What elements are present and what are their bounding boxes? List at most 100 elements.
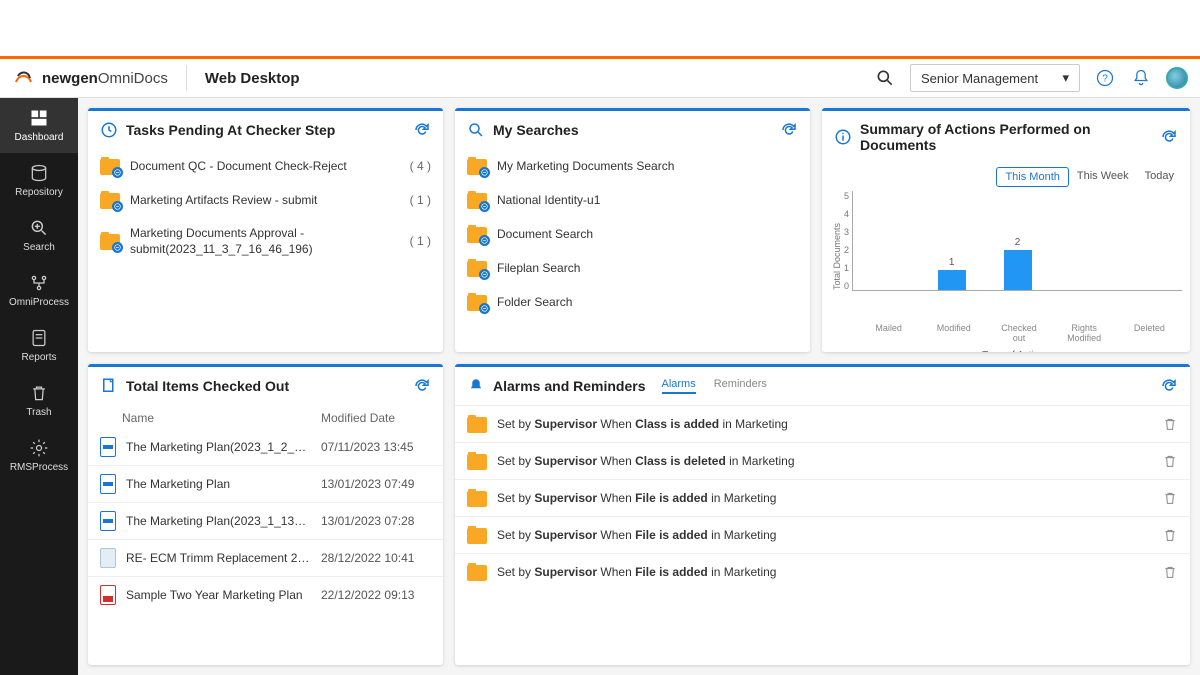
card-title: Summary of Actions Performed on Document… xyxy=(860,121,1152,153)
card-alarms-reminders: Alarms and Reminders Alarms Reminders Se… xyxy=(455,364,1190,665)
brand-thin: OmniDocs xyxy=(98,70,168,87)
folder-icon xyxy=(100,191,120,209)
app-title: Web Desktop xyxy=(205,70,300,87)
sidebar-label: OmniProcess xyxy=(9,297,69,308)
task-row[interactable]: Marketing Documents Approval - submit(20… xyxy=(88,217,443,265)
sidebar-item-omniprocess[interactable]: OmniProcess xyxy=(0,263,78,318)
app-header: newgenOmniDocs Web Desktop Senior Manage… xyxy=(0,56,1200,98)
refresh-icon[interactable] xyxy=(1160,128,1178,146)
chart-bar: 2 xyxy=(998,237,1038,290)
divider xyxy=(186,65,187,91)
chart-bar: 1 xyxy=(932,257,972,290)
role-dropdown[interactable]: Senior Management ▾ xyxy=(910,64,1080,92)
user-avatar[interactable] xyxy=(1166,67,1188,89)
folder-icon xyxy=(467,526,487,544)
search-row[interactable]: National Identity-u1 xyxy=(455,183,810,217)
task-row[interactable]: Marketing Artifacts Review - submit( 1 ) xyxy=(88,183,443,217)
card-title: Total Items Checked Out xyxy=(126,378,405,394)
folder-icon xyxy=(467,489,487,507)
bar-chart: Total Documents 543210 12 xyxy=(830,191,1182,321)
chart-xlabel: Type of Actions xyxy=(850,350,1182,352)
tab-this-week[interactable]: This Week xyxy=(1069,167,1137,187)
tab-reminders[interactable]: Reminders xyxy=(714,378,767,394)
folder-icon xyxy=(467,563,487,581)
x-tick: Checked out xyxy=(999,324,1039,344)
x-tick: Modified xyxy=(934,324,974,344)
delete-icon[interactable] xyxy=(1162,453,1178,469)
tab-this-month[interactable]: This Month xyxy=(996,167,1068,187)
tab-alarms[interactable]: Alarms xyxy=(662,378,696,394)
table-header: Name Modified Date xyxy=(88,405,443,429)
alarm-message: Set by Supervisor When Class is deleted … xyxy=(497,454,1152,468)
alarm-message: Set by Supervisor When Class is added in… xyxy=(497,417,1152,431)
delete-icon[interactable] xyxy=(1162,416,1178,432)
col-modified-date: Modified Date xyxy=(321,411,431,425)
sidebar-item-search[interactable]: Search xyxy=(0,208,78,263)
sidebar-item-reports[interactable]: Reports xyxy=(0,318,78,373)
repository-icon xyxy=(29,163,49,183)
bell-icon[interactable] xyxy=(1130,67,1152,89)
alarm-row[interactable]: Set by Supervisor When File is added in … xyxy=(455,516,1190,553)
folder-icon xyxy=(467,293,487,311)
doc-name: RE- ECM Trimm Replacement 26-12-20... xyxy=(126,551,311,565)
trash-nav-icon xyxy=(29,383,49,403)
process-icon xyxy=(29,273,49,293)
alarm-row[interactable]: Set by Supervisor When Class is added in… xyxy=(455,405,1190,442)
search-row[interactable]: Document Search xyxy=(455,217,810,251)
x-tick: Deleted xyxy=(1129,324,1169,344)
sidebar-item-rmsprocess[interactable]: RMSProcess xyxy=(0,428,78,483)
folder-icon xyxy=(100,157,120,175)
task-row[interactable]: Document QC - Document Check-Reject ( 4 ) xyxy=(88,149,443,183)
task-text: Marketing Documents Approval - submit(20… xyxy=(130,225,400,257)
refresh-icon[interactable] xyxy=(413,377,431,395)
delete-icon[interactable] xyxy=(1162,564,1178,580)
card-tasks-pending: Tasks Pending At Checker Step Document Q… xyxy=(88,108,443,352)
card-my-searches: My Searches My Marketing Documents Searc… xyxy=(455,108,810,352)
help-icon[interactable]: ? xyxy=(1094,67,1116,89)
sidebar-label: Search xyxy=(23,242,55,253)
search-row[interactable]: My Marketing Documents Search xyxy=(455,149,810,183)
search-icon[interactable] xyxy=(874,67,896,89)
role-label: Senior Management xyxy=(921,71,1038,86)
alarm-row[interactable]: Set by Supervisor When File is added in … xyxy=(455,479,1190,516)
refresh-icon[interactable] xyxy=(780,121,798,139)
sidebar: Dashboard Repository Search OmniProcess … xyxy=(0,98,78,675)
text-doc-icon xyxy=(100,548,116,568)
delete-icon[interactable] xyxy=(1162,490,1178,506)
chart-time-tabs: This Month This Week Today xyxy=(830,167,1182,187)
doc-date: 13/01/2023 07:49 xyxy=(321,477,431,491)
sidebar-item-dashboard[interactable]: Dashboard xyxy=(0,98,78,153)
task-text: Document QC - Document Check-Reject xyxy=(130,158,400,174)
bell-title-icon xyxy=(467,377,485,395)
refresh-icon[interactable] xyxy=(413,121,431,139)
dashboard-content: Tasks Pending At Checker Step Document Q… xyxy=(78,98,1200,675)
checked-out-row[interactable]: The Marketing Plan(2023_1_13_7_28_58...1… xyxy=(88,502,443,539)
checked-out-row[interactable]: The Marketing Plan13/01/2023 07:49 xyxy=(88,465,443,502)
word-doc-icon xyxy=(100,474,116,494)
alarm-row[interactable]: Set by Supervisor When Class is deleted … xyxy=(455,442,1190,479)
search-row[interactable]: Fileplan Search xyxy=(455,251,810,285)
sidebar-label: Repository xyxy=(15,187,63,198)
folder-icon xyxy=(467,452,487,470)
sidebar-label: Dashboard xyxy=(15,132,64,143)
document-check-icon xyxy=(100,377,118,395)
delete-icon[interactable] xyxy=(1162,527,1178,543)
checked-out-row[interactable]: Sample Two Year Marketing Plan22/12/2022… xyxy=(88,576,443,613)
doc-name: The Marketing Plan(2023_1_2_11_18_15... xyxy=(126,440,311,454)
svg-text:?: ? xyxy=(1102,73,1108,84)
brand-bold: newgen xyxy=(42,70,98,87)
rms-icon xyxy=(29,438,49,458)
checked-out-row[interactable]: RE- ECM Trimm Replacement 26-12-20... 28/… xyxy=(88,539,443,576)
checked-out-row[interactable]: The Marketing Plan(2023_1_2_11_18_15...0… xyxy=(88,429,443,465)
task-count: ( 1 ) xyxy=(410,234,431,248)
task-count: ( 4 ) xyxy=(410,159,431,173)
search-text: Fileplan Search xyxy=(497,260,798,276)
sidebar-label: Reports xyxy=(21,352,56,363)
sidebar-item-repository[interactable]: Repository xyxy=(0,153,78,208)
refresh-icon[interactable] xyxy=(1160,377,1178,395)
sidebar-item-trash[interactable]: Trash xyxy=(0,373,78,428)
search-row[interactable]: Folder Search xyxy=(455,285,810,319)
tab-today[interactable]: Today xyxy=(1137,167,1182,187)
alarm-row[interactable]: Set by Supervisor When File is added in … xyxy=(455,553,1190,590)
doc-date: 28/12/2022 10:41 xyxy=(321,551,431,565)
